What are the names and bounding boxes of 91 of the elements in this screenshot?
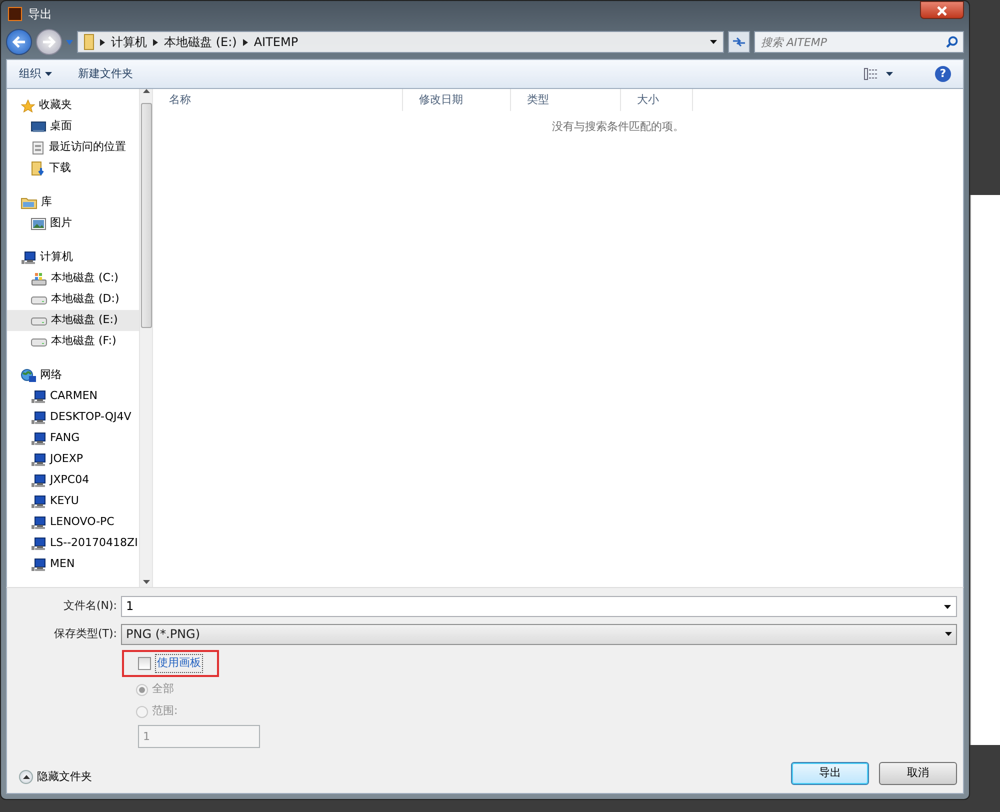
search-field[interactable]: 搜索 AITEMP (754, 31, 964, 53)
nav-tree-item[interactable]: 本地磁盘 (F:) (7, 331, 139, 352)
nav-tree-item[interactable]: 本地磁盘 (D:) (7, 289, 139, 310)
nav-tree-item[interactable]: 本地磁盘 (E:) (7, 310, 139, 331)
chevron-right-icon (242, 38, 248, 46)
nav-tree-item[interactable]: JXPC04 (7, 470, 139, 491)
dropdown-caret-icon (710, 40, 717, 44)
nav-tree-item[interactable]: CARMEN (7, 386, 139, 407)
column-header[interactable]: 类型 (511, 89, 621, 111)
nav-tree-item[interactable]: MEN (7, 554, 139, 575)
address-bar[interactable]: 计算机 本地磁盘 (E:) AITEMP (77, 31, 724, 53)
folder-download-icon (31, 161, 45, 176)
file-name-field[interactable]: 1 (121, 596, 957, 616)
refresh-button[interactable] (728, 31, 750, 53)
caret-icon (45, 72, 52, 76)
nav-tree-item[interactable]: 库 (7, 192, 139, 213)
dropdown-caret-icon (944, 604, 951, 608)
computer-icon (31, 516, 46, 530)
chevron-right-icon (100, 38, 105, 46)
breadcrumb-item[interactable]: 计算机 (111, 33, 147, 51)
search-icon (946, 36, 958, 48)
radio-label: 全部 (152, 681, 174, 698)
nav-tree-item[interactable]: FANG (7, 428, 139, 449)
close-button[interactable] (920, 1, 964, 19)
organize-menu-button[interactable]: 组织 (19, 64, 52, 84)
view-menu-button[interactable] (864, 66, 893, 82)
chevron-right-icon (153, 38, 158, 46)
nav-tree-item[interactable]: 计算机 (7, 247, 139, 268)
checkbox-label[interactable]: 使用画板 (155, 654, 203, 672)
arrow-right-icon (42, 36, 56, 48)
globe-icon (21, 368, 36, 382)
folder-icon (21, 196, 37, 209)
breadcrumb-item[interactable]: AITEMP (254, 33, 298, 51)
column-header[interactable]: 名称 (153, 89, 403, 111)
empty-list-message: 没有与搜索条件匹配的项。 (551, 119, 685, 135)
computer-icon (31, 558, 46, 572)
column-header[interactable]: 修改日期 (403, 89, 511, 111)
drive-icon (31, 316, 47, 326)
windows-drive-icon (31, 272, 47, 286)
radio-label: 范围: (152, 703, 178, 720)
desktop-icon (31, 120, 46, 132)
drive-icon (31, 294, 47, 304)
folder-icon (84, 34, 94, 50)
computer-icon (31, 390, 46, 404)
field-label: 保存类型(T): (52, 626, 117, 642)
dialog-button[interactable]: 取消 (879, 762, 957, 785)
nav-tree-item[interactable]: 最近访问的位置 (7, 137, 139, 158)
checkbox[interactable] (138, 656, 151, 670)
drive-icon (31, 336, 47, 346)
arrow-left-icon (12, 36, 26, 48)
computer-icon (31, 474, 46, 488)
list-view-icon (864, 68, 878, 80)
computer-icon (31, 536, 46, 550)
new-folder-button[interactable]: 新建文件夹 (78, 64, 133, 84)
computer-icon (31, 452, 46, 466)
back-button[interactable] (6, 29, 32, 55)
computer-icon (31, 432, 46, 446)
nav-tree-item[interactable]: 桌面 (7, 116, 139, 137)
close-icon (937, 6, 947, 16)
breadcrumb-item[interactable]: 本地磁盘 (E:) (164, 33, 237, 51)
star-icon (21, 98, 35, 112)
column-header[interactable]: 大小 (621, 89, 693, 111)
scroll-down-icon (142, 580, 150, 584)
nav-tree-item[interactable]: 收藏夹 (7, 95, 139, 116)
caret-icon (886, 72, 893, 76)
nav-tree-item[interactable]: 下载 (7, 158, 139, 179)
computer-icon (31, 494, 46, 508)
app-logo-icon (8, 7, 22, 21)
forward-button[interactable] (36, 29, 62, 55)
computer-icon (31, 410, 46, 424)
hide-folders-button[interactable]: 隐藏文件夹 (19, 768, 92, 785)
dropdown-caret-icon (945, 632, 952, 636)
computer-icon (21, 250, 36, 264)
document-icon (31, 140, 45, 154)
field-label: 文件名(N): (62, 598, 117, 614)
chevron-up-icon (22, 774, 30, 779)
nav-tree-item[interactable]: 网络 (7, 365, 139, 386)
file-type-dropdown[interactable]: PNG (*.PNG) (121, 624, 957, 644)
history-caret-icon (66, 40, 73, 44)
nav-tree-item[interactable]: 本地磁盘 (C:) (7, 268, 139, 289)
nav-tree-item[interactable]: DESKTOP-QJ4V (7, 407, 139, 428)
nav-tree-item[interactable]: 图片 (7, 213, 139, 234)
nav-tree-item[interactable]: KEYU (7, 491, 139, 512)
window-title: 导出 (28, 6, 52, 23)
nav-tree-item[interactable]: LS--20170418ZI (7, 533, 139, 554)
help-button[interactable]: ? (935, 66, 951, 82)
scrollbar[interactable] (139, 89, 152, 588)
nav-tree-item[interactable]: JOEXP (7, 449, 139, 470)
dialog-button[interactable]: 导出 (791, 762, 869, 785)
nav-tree-item[interactable]: LENOVO-PC (7, 512, 139, 533)
picture-icon (31, 218, 46, 230)
